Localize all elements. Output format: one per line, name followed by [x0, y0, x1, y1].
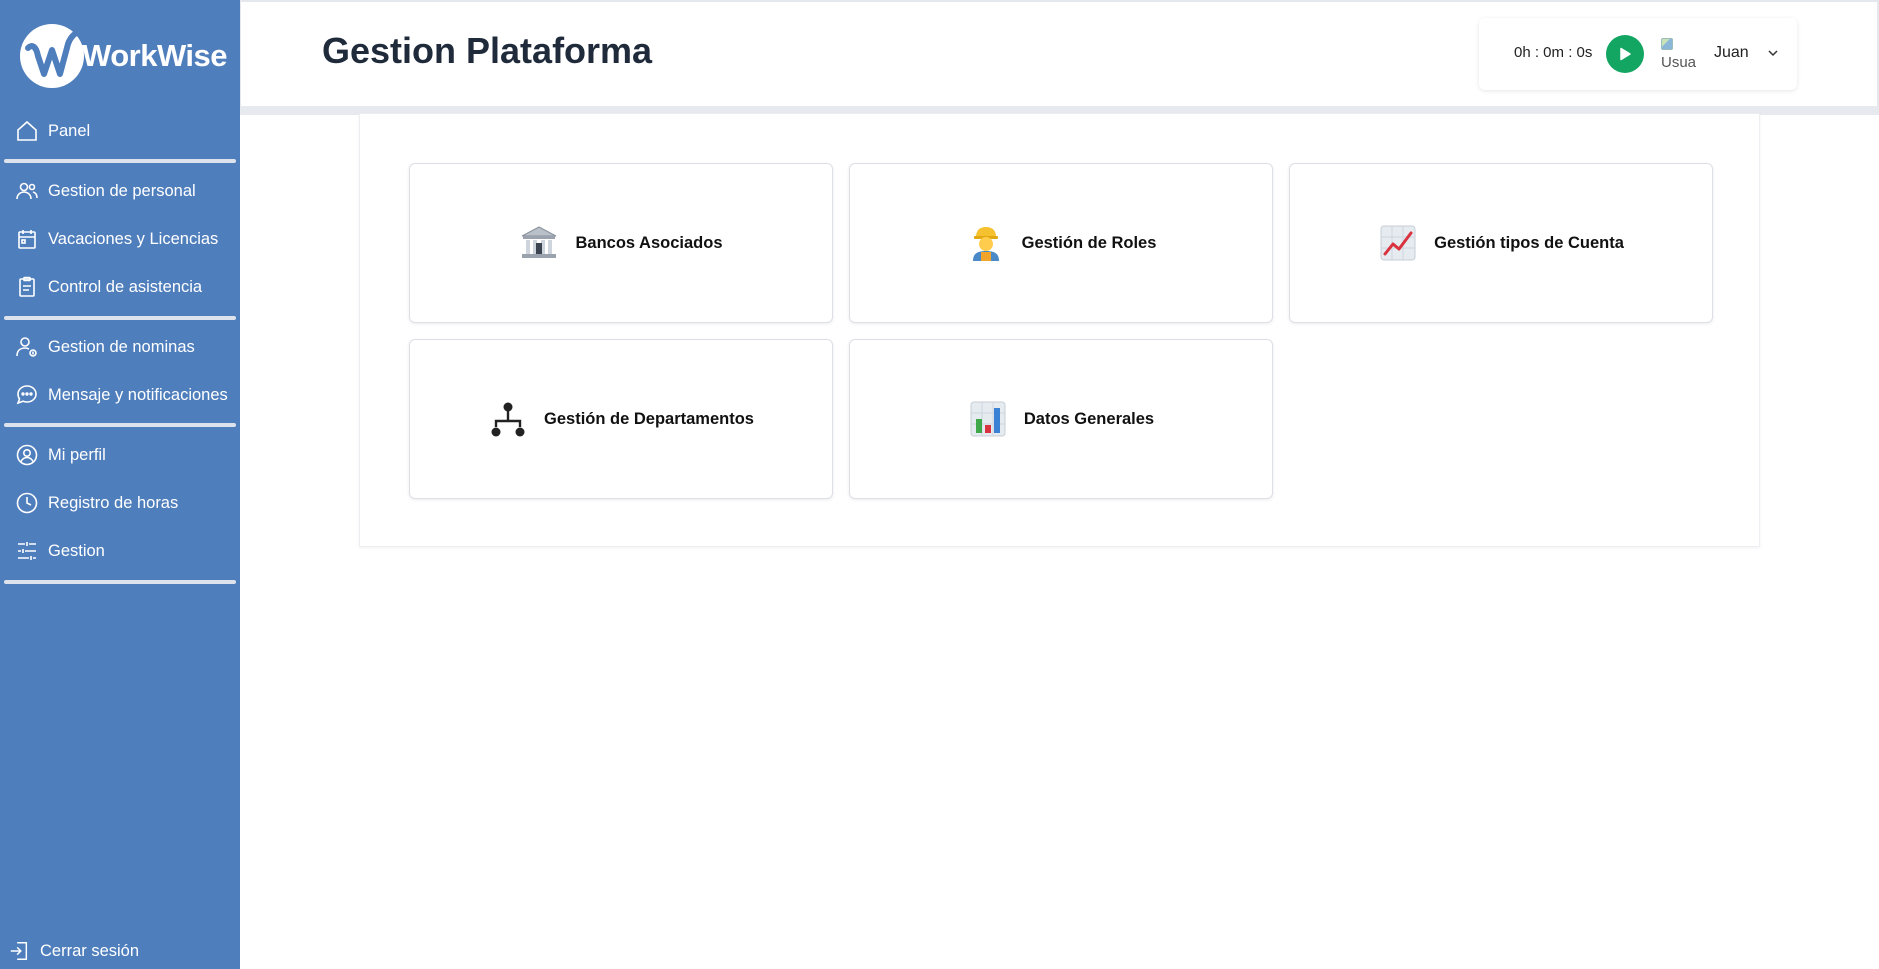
calendar-icon [14, 226, 40, 252]
sidebar-item-vacaciones[interactable]: Vacaciones y Licencias [14, 224, 232, 254]
tile-bancos-asociados[interactable]: Bancos Asociados [409, 163, 833, 323]
avatar[interactable]: Usua [1661, 36, 1701, 72]
sidebar-item-asistencia[interactable]: Control de asistencia [14, 272, 232, 302]
brand-name: WorkWise [82, 38, 228, 73]
management-panel: Bancos Asociados Gestión de Roles Gestió… [359, 113, 1760, 547]
trend-chart-icon [1378, 223, 1418, 263]
org-chart-icon [488, 399, 528, 439]
bar-chart-icon [968, 399, 1008, 439]
sidebar-item-mensajes[interactable]: Mensaje y notificaciones [14, 380, 232, 410]
broken-image-icon [1661, 38, 1673, 50]
tile-label: Bancos Asociados [575, 233, 723, 252]
sidebar-item-label: Panel [48, 121, 91, 140]
sidebar-item-label: Gestion de nominas [48, 337, 195, 356]
clock-icon [14, 490, 40, 516]
play-icon [1620, 47, 1631, 61]
sidebar-item-personal[interactable]: Gestion de personal [14, 176, 232, 206]
sidebar-divider [4, 159, 236, 163]
tile-label: Gestión de Departamentos [544, 409, 754, 428]
sidebar-divider [4, 423, 236, 427]
app-root: WorkWise Panel Gestion de personal Vacac… [0, 0, 1879, 969]
worker-icon [966, 223, 1006, 263]
sidebar-item-perfil[interactable]: Mi perfil [14, 440, 232, 470]
sidebar-item-label: Gestion de personal [48, 181, 196, 200]
sidebar-item-registro-horas[interactable]: Registro de horas [14, 488, 232, 518]
page-title: Gestion Plataforma [322, 30, 653, 71]
sidebar-item-label: Mensaje y notificaciones [48, 385, 228, 404]
user-name[interactable]: Juan [1714, 44, 1749, 62]
sliders-icon [14, 538, 40, 564]
tile-datos-generales[interactable]: Datos Generales [849, 339, 1273, 499]
users-icon [14, 178, 40, 204]
tile-label: Datos Generales [1023, 409, 1155, 428]
sidebar-item-label: Registro de horas [48, 493, 179, 512]
bank-icon [519, 223, 559, 263]
sidebar-item-nominas[interactable]: Gestion de nominas [14, 332, 232, 362]
sidebar-item-label: Control de asistencia [48, 277, 203, 296]
tile-gestion-departamentos[interactable]: Gestión de Departamentos [409, 339, 833, 499]
sidebar: WorkWise Panel Gestion de personal Vacac… [0, 0, 240, 969]
logout-button[interactable]: Cerrar sesión [6, 936, 232, 966]
sidebar-item-label: Mi perfil [48, 445, 106, 464]
sidebar-item-label: Vacaciones y Licencias [48, 229, 219, 248]
user-panel: 0h : 0m : 0s Usua Juan [1479, 18, 1797, 90]
clipboard-icon [14, 274, 40, 300]
chat-icon [14, 382, 40, 408]
start-timer-button[interactable] [1606, 35, 1644, 73]
logout-label: Cerrar sesión [40, 941, 140, 960]
sidebar-divider [4, 316, 236, 320]
logout-icon [6, 938, 32, 964]
sidebar-item-gestion[interactable]: Gestion [14, 536, 232, 566]
brand-logo[interactable]: WorkWise [20, 22, 228, 90]
logo-mark-icon [20, 24, 84, 88]
sidebar-item-panel[interactable]: Panel [14, 116, 232, 146]
sidebar-divider [4, 580, 236, 584]
tile-gestion-roles[interactable]: Gestión de Roles [849, 163, 1273, 323]
chevron-down-icon[interactable] [1766, 46, 1780, 60]
tile-label: Gestión de Roles [1021, 233, 1157, 252]
sidebar-item-label: Gestion [48, 541, 105, 560]
avatar-alt-text: Usua [1661, 54, 1697, 71]
tile-label: Gestión tipos de Cuenta [1434, 233, 1624, 252]
timer-display: 0h : 0m : 0s [1514, 44, 1593, 61]
tile-gestion-tipos-cuenta[interactable]: Gestión tipos de Cuenta [1289, 163, 1713, 323]
home-icon [14, 118, 40, 144]
profile-icon [14, 442, 40, 468]
payroll-user-icon [14, 334, 40, 360]
